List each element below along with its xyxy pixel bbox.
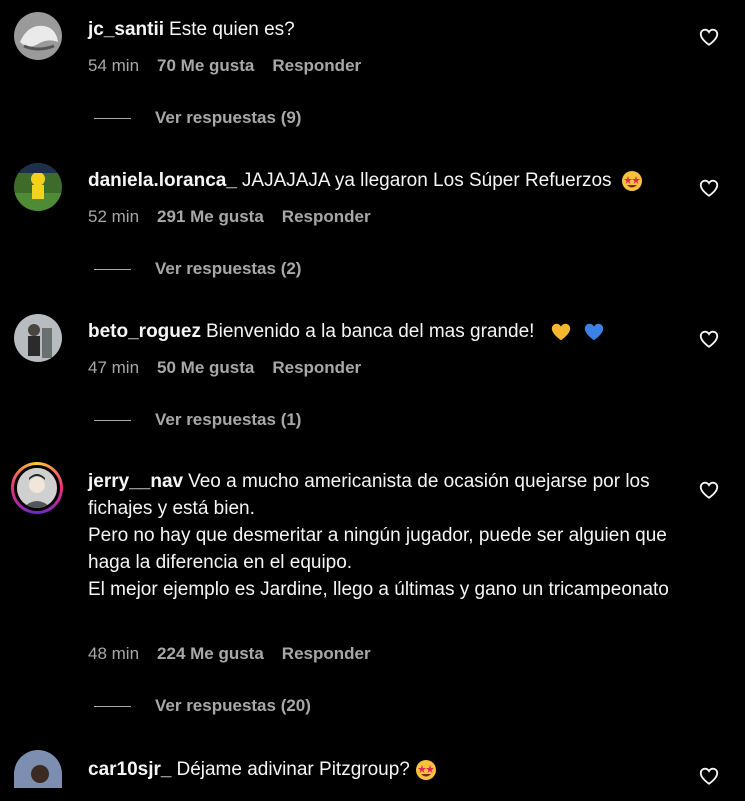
comment-text: Déjame adivinar Pitzgroup?	[176, 759, 410, 780]
comment-text: Bienvenido a la banca del mas grande!	[205, 321, 535, 342]
comment-text: Este quien es?	[169, 19, 295, 40]
replies-divider	[94, 117, 131, 119]
view-replies-button[interactable]: Ver respuestas (2)	[94, 259, 301, 279]
comment-text: JAJAJAJA ya llegaron Los Súper Refuerzos	[241, 170, 612, 191]
view-replies-button[interactable]: Ver respuestas (20)	[94, 696, 311, 716]
comment-body: jerry__nav Veo a mucho americanista de oc…	[88, 468, 678, 603]
comment-body: daniela.loranca_ JAJAJAJA ya llegaron Los…	[88, 167, 678, 194]
avatar[interactable]	[14, 314, 62, 362]
heart-outline-icon[interactable]	[698, 328, 720, 350]
comment-meta: 48 min 224 Me gusta Responder	[88, 644, 371, 664]
view-replies-label: Ver respuestas (9)	[155, 108, 302, 127]
avatar[interactable]	[14, 12, 62, 60]
view-replies-button[interactable]: Ver respuestas (1)	[94, 410, 301, 430]
comment-time: 48 min	[88, 644, 140, 663]
replies-divider	[94, 268, 131, 270]
reply-button[interactable]: Responder	[282, 207, 371, 227]
heart-outline-icon[interactable]	[698, 26, 720, 48]
comment-likes[interactable]: 291 Me gusta	[157, 207, 264, 227]
view-replies-label: Ver respuestas (2)	[155, 259, 302, 278]
comment-likes[interactable]: 70 Me gusta	[157, 56, 254, 76]
comment-username[interactable]: jerry__nav	[88, 471, 183, 492]
comment-likes[interactable]: 50 Me gusta	[157, 358, 254, 378]
reply-button[interactable]: Responder	[272, 358, 361, 378]
comment-username[interactable]: daniela.loranca_	[88, 170, 237, 191]
comment-meta: 52 min 291 Me gusta Responder	[88, 207, 371, 227]
comment-username[interactable]: jc_santii	[88, 19, 164, 40]
avatar[interactable]	[14, 163, 62, 211]
view-replies-label: Ver respuestas (20)	[155, 696, 311, 715]
star-struck-emoji	[416, 759, 437, 780]
heart-outline-icon[interactable]	[698, 479, 720, 501]
comment-time: 52 min	[88, 207, 140, 226]
comment-username[interactable]: beto_roguez	[88, 321, 201, 342]
blue-heart-emoji	[584, 323, 604, 341]
view-replies-button[interactable]: Ver respuestas (9)	[94, 108, 301, 128]
comment-meta: 54 min 70 Me gusta Responder	[88, 56, 361, 76]
comment-body: beto_roguez Bienvenido a la banca del mas…	[88, 318, 678, 345]
comment-time: 47 min	[88, 358, 140, 377]
replies-divider	[94, 705, 131, 707]
heart-outline-icon[interactable]	[698, 765, 720, 787]
comment-body: jc_santii Este quien es?	[88, 16, 678, 43]
comment-likes[interactable]: 224 Me gusta	[157, 644, 264, 664]
yellow-heart-emoji	[551, 323, 570, 341]
comment-time: 54 min	[88, 56, 140, 75]
reply-button[interactable]: Responder	[272, 56, 361, 76]
replies-divider	[94, 419, 131, 421]
star-struck-emoji	[621, 170, 642, 191]
heart-outline-icon[interactable]	[698, 177, 720, 199]
avatar[interactable]	[14, 750, 62, 788]
view-replies-label: Ver respuestas (1)	[155, 410, 302, 429]
comment-username[interactable]: car10sjr_	[88, 759, 171, 780]
comment-text-line: Pero no hay que desmeritar a ningún juga…	[88, 525, 667, 573]
comment-meta: 47 min 50 Me gusta Responder	[88, 358, 361, 378]
comment-body: car10sjr_ Déjame adivinar Pitzgroup?	[88, 756, 678, 783]
comment-text-line: El mejor ejemplo es Jardine, llego a últ…	[88, 579, 669, 600]
story-avatar[interactable]	[11, 462, 63, 514]
reply-button[interactable]: Responder	[282, 644, 371, 664]
